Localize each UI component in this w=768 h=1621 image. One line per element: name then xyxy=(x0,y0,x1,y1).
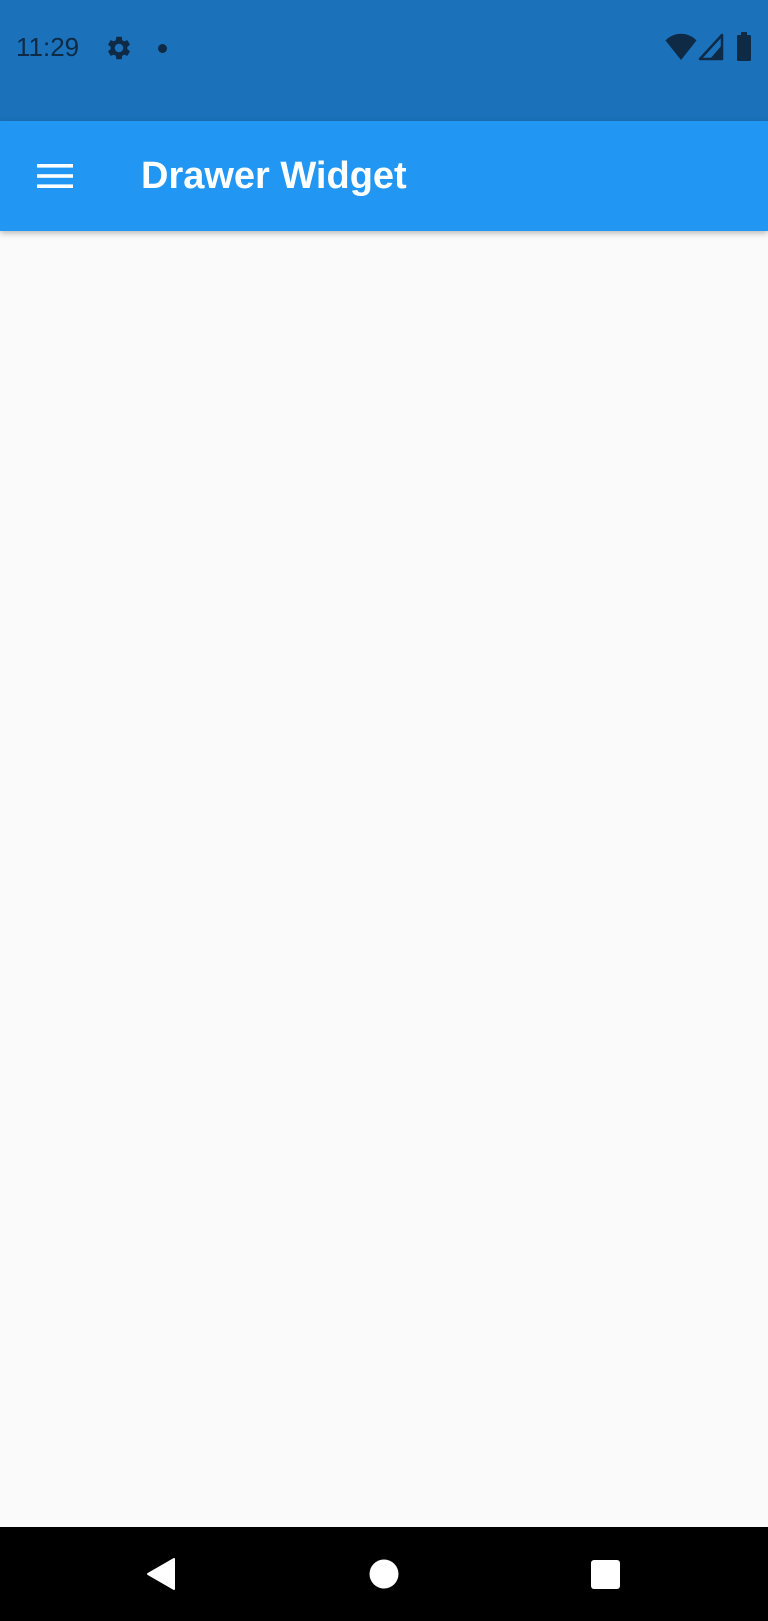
battery-icon xyxy=(737,32,751,61)
system-nav-bar xyxy=(0,1527,768,1621)
menu-button[interactable] xyxy=(22,143,88,209)
notification-dot-icon xyxy=(158,44,167,53)
recents-icon xyxy=(590,1559,620,1589)
cell-signal-icon xyxy=(698,33,724,61)
recents-button[interactable] xyxy=(575,1544,635,1604)
status-time: 11:29 xyxy=(16,32,80,62)
settings-icon xyxy=(108,36,130,60)
menu-icon xyxy=(37,164,73,188)
app-bar: Drawer Widget xyxy=(0,121,768,231)
status-bar: 11:29 xyxy=(0,0,768,121)
back-icon xyxy=(147,1558,175,1590)
home-icon xyxy=(369,1559,399,1589)
wifi-icon xyxy=(665,33,697,60)
home-button[interactable] xyxy=(354,1544,414,1604)
back-button[interactable] xyxy=(131,1544,191,1604)
main-content xyxy=(0,231,768,1527)
page-title: Drawer Widget xyxy=(141,155,407,197)
